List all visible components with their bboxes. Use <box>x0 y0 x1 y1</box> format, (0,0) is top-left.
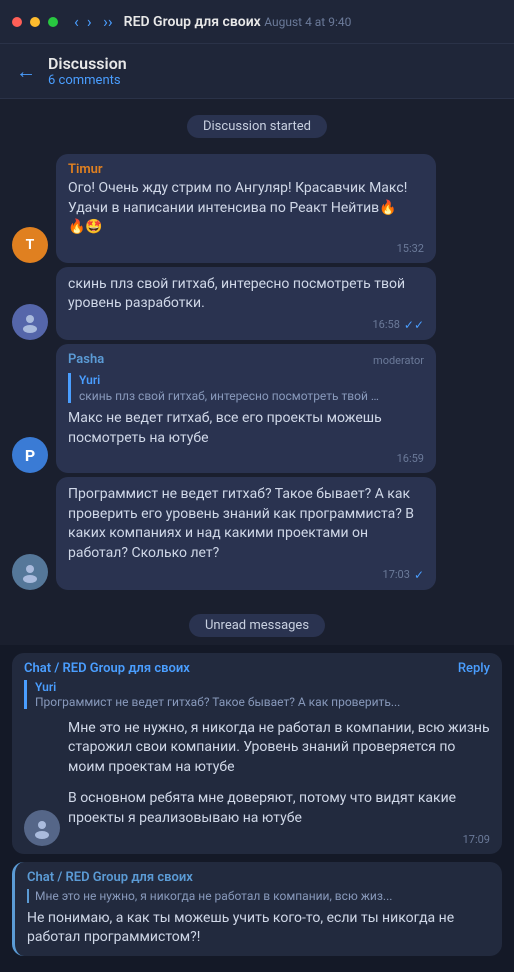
message-text: Программист не ведет гитхаб? Такое бывае… <box>68 485 424 563</box>
close-control[interactable] <box>12 17 22 27</box>
table-row: скинь плз свой гитхаб, интересно посмотр… <box>12 267 502 340</box>
nav-skip-icon[interactable]: ›› <box>99 12 117 31</box>
moderator-badge: moderator <box>373 354 424 367</box>
header-title: Discussion <box>48 54 127 73</box>
nested-reply-bubble[interactable]: Chat / RED Group для своих Мне это не ну… <box>12 862 502 956</box>
unread-messages-section: Chat / RED Group для своих Reply Yuri Пр… <box>0 645 514 972</box>
message-time: 16:59 <box>68 452 424 465</box>
message-text: Ого! Очень жду стрим по Ангуляр! Красавч… <box>68 179 424 218</box>
maximize-control[interactable] <box>48 17 58 27</box>
read-check-icon: ✓ <box>414 568 424 582</box>
quote-block: Yuri скинь плз свой гитхаб, интересно по… <box>68 373 424 403</box>
table-row: Программист не ведет гитхаб? Такое бывае… <box>12 477 502 589</box>
reply-channel: Chat / RED Group для своих <box>24 661 190 676</box>
discussion-started-banner: Discussion started <box>0 115 514 138</box>
reply-quote-block: Yuri Программист не ведет гитхаб? Такое … <box>24 680 490 709</box>
discussion-header: ← Discussion 6 comments <box>0 44 514 99</box>
message-emoji: 🔥🤩 <box>68 218 424 238</box>
message-bubble[interactable]: скинь плз свой гитхаб, интересно посмотр… <box>56 267 436 340</box>
nested-channel: Chat / RED Group для своих <box>27 870 490 885</box>
header-subtitle: 6 comments <box>48 73 127 88</box>
message-bubble[interactable]: Pasha moderator Yuri скинь плз свой гитх… <box>56 344 436 473</box>
message-time: 16:58 ✓✓ <box>68 318 424 332</box>
avatar <box>24 810 60 846</box>
table-row: T Timur Ого! Очень жду стрим по Ангуляр!… <box>12 154 502 263</box>
back-button[interactable]: ← <box>16 59 36 84</box>
unread-divider: Unread messages <box>0 614 514 637</box>
reply-message-text: Мне это не нужно, я никогда не работал в… <box>68 719 490 778</box>
reply-quote-text: Программист не ведет гитхаб? Такое бывае… <box>35 695 490 709</box>
message-text: скинь плз свой гитхаб, интересно посмотр… <box>68 275 424 314</box>
header-info: Discussion 6 comments <box>48 54 127 88</box>
read-check-icon: ✓✓ <box>404 318 424 332</box>
unread-label: Unread messages <box>189 614 325 637</box>
window-controls <box>12 17 58 27</box>
quote-author: Yuri <box>79 373 424 387</box>
avatar: T <box>12 227 48 263</box>
reply-card[interactable]: Chat / RED Group для своих Reply Yuri Пр… <box>12 653 502 854</box>
avatar: P <box>12 437 48 473</box>
reply-message-area: Мне это не нужно, я никогда не работал в… <box>12 715 502 854</box>
quote-text: скинь плз свой гитхаб, интересно посмотр… <box>79 389 379 403</box>
top-bar: ‹ › ›› RED Group для своих August 4 at 9… <box>0 0 514 44</box>
table-row: P Pasha moderator Yuri скинь плз свой ги… <box>12 344 502 473</box>
message-text: Макс не ведет гитхаб, все его проекты мо… <box>68 409 424 448</box>
nested-quote-text: Мне это не нужно, я никогда не работал в… <box>27 889 490 903</box>
nav-forward-icon[interactable]: › <box>83 12 96 31</box>
message-time: 17:03 ✓ <box>68 568 424 582</box>
nav-back-icon[interactable]: ‹ <box>70 12 83 31</box>
messages-area: T Timur Ого! Очень жду стрим по Ангуляр!… <box>0 146 514 602</box>
message-bubble[interactable]: Timur Ого! Очень жду стрим по Ангуляр! К… <box>56 154 436 263</box>
minimize-control[interactable] <box>30 17 40 27</box>
channel-name: RED Group для своих <box>124 14 261 30</box>
sender-name: Timur <box>68 162 424 177</box>
avatar <box>12 554 48 590</box>
reply-time: 17:09 <box>68 833 490 846</box>
reply-quote-author: Yuri <box>35 680 490 694</box>
message-time: 15:32 <box>68 242 424 255</box>
avatar <box>12 304 48 340</box>
channel-time: August 4 at 9:40 <box>264 15 351 29</box>
reply-header: Chat / RED Group для своих Reply <box>12 653 502 680</box>
reply-message-text-2: В основном ребята мне доверяют, потому ч… <box>68 789 490 828</box>
message-bubble[interactable]: Программист не ведет гитхаб? Такое бывае… <box>56 477 436 589</box>
reply-button[interactable]: Reply <box>458 661 490 676</box>
discussion-started-label: Discussion started <box>187 115 327 138</box>
reply-content: Мне это не нужно, я никогда не работал в… <box>68 719 490 846</box>
sender-name: Pasha <box>68 352 104 367</box>
nested-message-text: Не понимаю, а как ты можешь учить кого-т… <box>27 909 490 948</box>
